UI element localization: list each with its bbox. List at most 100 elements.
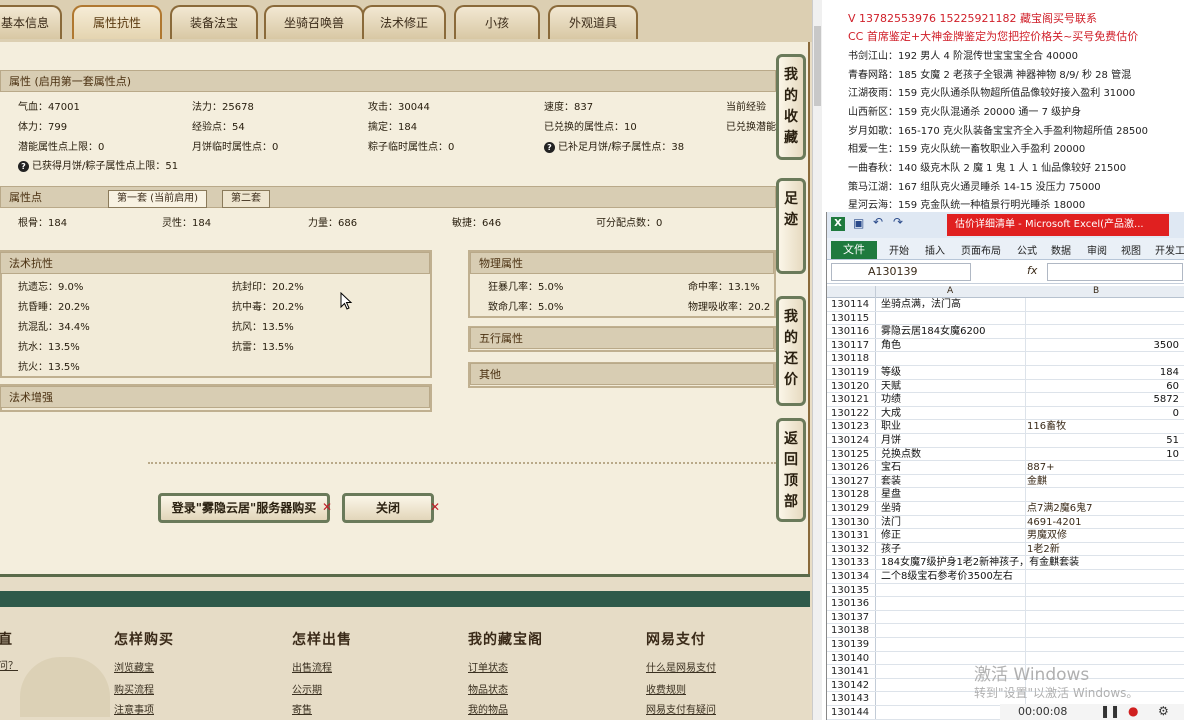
row-number[interactable]: 130131 [831, 529, 875, 543]
footer-link[interactable]: 注意事项 [114, 701, 154, 716]
footer-partial-link[interactable]: 问？ [0, 657, 18, 672]
cell-a[interactable]: 月饼 [881, 434, 1131, 448]
footer-link[interactable]: 公示期 [292, 681, 322, 696]
row-number[interactable]: 130126 [831, 461, 875, 475]
table-row[interactable]: 130128 星盘 [827, 488, 1184, 502]
record-icon[interactable]: ● [1128, 704, 1138, 718]
login-server-buy-button[interactable]: 登录"雾隐云居"服务器购买 [158, 493, 330, 523]
row-number[interactable]: 130125 [831, 448, 875, 462]
table-row[interactable]: 130123 职业 116畜牧 [827, 420, 1184, 434]
row-number[interactable]: 130134 [831, 570, 875, 584]
table-row[interactable]: 130116 雾隐云居184女魔6200 [827, 325, 1184, 339]
table-row[interactable]: 130126 宝石 887+ [827, 461, 1184, 475]
row-number[interactable]: 130114 [831, 298, 875, 312]
help-icon[interactable]: ? [18, 161, 29, 172]
close-button[interactable]: 关闭 [342, 493, 434, 523]
row-number[interactable]: 130136 [831, 597, 875, 611]
row-number[interactable]: 130138 [831, 624, 875, 638]
wuxing-section-title[interactable]: 五行属性 [470, 327, 774, 349]
table-row[interactable]: 130135 [827, 584, 1184, 598]
cell-b[interactable]: 60 [1166, 380, 1179, 394]
cell-a[interactable]: 天赋 [881, 380, 1131, 394]
table-row[interactable]: 130125 兑换点数 10 [827, 448, 1184, 462]
row-number[interactable]: 130141 [831, 665, 875, 679]
ribbon-tab-layout[interactable]: 页面布局 [961, 242, 1001, 257]
table-row[interactable]: 130117 角色 3500 [827, 339, 1184, 353]
tab-equipment[interactable]: 装备法宝 [170, 5, 258, 39]
cell-a[interactable]: 坐骑 [881, 502, 1131, 516]
cell-a[interactable]: 雾隐云居184女魔6200 [881, 325, 1131, 339]
cell-b[interactable]: 4691-4201 [1027, 516, 1082, 530]
table-row[interactable]: 130133 184女魔7级护身1老2新神孩子，有金麒套装 [827, 556, 1184, 570]
ribbon-tab-file[interactable]: 文件 [831, 241, 877, 259]
ribbon-tab-home[interactable]: 开始 [889, 242, 909, 257]
undo-icon[interactable]: ↶ [873, 215, 883, 229]
tab-mounts[interactable]: 坐骑召唤兽 [264, 5, 364, 39]
row-number[interactable]: 130116 [831, 325, 875, 339]
save-icon[interactable]: ▣ [853, 216, 864, 230]
tab-basic-info[interactable]: 基本信息 [0, 5, 62, 39]
cell-b[interactable]: 10 [1166, 448, 1179, 462]
name-box[interactable]: A130139 [831, 263, 971, 281]
settings-icon[interactable]: ⚙ [1158, 704, 1169, 718]
footer-link[interactable]: 购买流程 [114, 681, 154, 696]
table-row[interactable]: 130119 等级 184 [827, 366, 1184, 380]
row-number[interactable]: 130135 [831, 584, 875, 598]
table-row[interactable]: 130124 月饼 51 [827, 434, 1184, 448]
table-row[interactable]: 130114 坐骑点满，法门高 [827, 298, 1184, 312]
vertical-scrollbar[interactable] [812, 0, 822, 720]
footer-link[interactable]: 网易支付有疑问 [646, 701, 716, 716]
cell-a[interactable]: 等级 [881, 366, 1131, 380]
cell-a[interactable]: 功绩 [881, 393, 1131, 407]
table-row[interactable]: 130115 [827, 312, 1184, 326]
formula-input[interactable] [1047, 263, 1183, 281]
cell-a[interactable]: 二个8级宝石参考价3500左右 [881, 570, 1131, 584]
ribbon-tab-insert[interactable]: 插入 [925, 242, 945, 257]
cell-a[interactable]: 兑换点数 [881, 448, 1131, 462]
fx-icon[interactable]: fx [1027, 264, 1037, 277]
cell-a[interactable]: 184女魔7级护身1老2新神孩子，有金麒套装 [881, 556, 1131, 570]
tab-points-set-2[interactable]: 第二套 [222, 190, 270, 208]
tab-points-set-1[interactable]: 第一套 (当前启用) [108, 190, 207, 208]
table-row[interactable]: 130138 [827, 624, 1184, 638]
cell-a[interactable]: 职业 [881, 420, 1131, 434]
cell-b[interactable]: 1老2新 [1027, 543, 1060, 557]
tab-spell-mod[interactable]: 法术修正 [362, 5, 446, 39]
cell-a[interactable]: 宝石 [881, 461, 1131, 475]
cell-a[interactable]: 孩子 [881, 543, 1131, 557]
tab-attributes[interactable]: 属性抗性 [72, 5, 162, 39]
row-number[interactable]: 130132 [831, 543, 875, 557]
cell-a[interactable]: 星盘 [881, 488, 1131, 502]
footprints-button[interactable]: 足迹 [776, 178, 806, 274]
cell-a[interactable]: 角色 [881, 339, 1131, 353]
row-number[interactable]: 130140 [831, 652, 875, 666]
help-icon[interactable]: ? [544, 142, 555, 153]
footer-link[interactable]: 收费规则 [646, 681, 686, 696]
pause-icon[interactable]: ❚❚ [1100, 704, 1120, 718]
column-header-a[interactable]: A [947, 286, 953, 296]
footer-link[interactable]: 物品状态 [468, 681, 508, 696]
footer-link[interactable]: 订单状态 [468, 659, 508, 674]
row-number[interactable]: 130130 [831, 516, 875, 530]
cell-b[interactable]: 887+ [1027, 461, 1054, 475]
row-number[interactable]: 130117 [831, 339, 875, 353]
back-to-top-button[interactable]: 返回顶部 [776, 418, 806, 522]
ribbon-tab-review[interactable]: 审阅 [1087, 242, 1107, 257]
cell-b[interactable]: 3500 [1154, 339, 1179, 353]
cell-b[interactable]: 184 [1160, 366, 1179, 380]
table-row[interactable]: 130137 [827, 611, 1184, 625]
row-number[interactable]: 130123 [831, 420, 875, 434]
cell-b[interactable]: 男魔双修 [1027, 529, 1067, 543]
table-row[interactable]: 130120 天赋 60 [827, 380, 1184, 394]
footer-link[interactable]: 什么是网易支付 [646, 659, 716, 674]
my-bargain-button[interactable]: 我的还价 [776, 296, 806, 406]
tab-appearance[interactable]: 外观道具 [548, 5, 638, 39]
cell-b[interactable]: 点7满2魔6鬼7 [1027, 502, 1092, 516]
ribbon-tab-developer[interactable]: 开发工 [1155, 242, 1184, 257]
footer-link[interactable]: 浏览藏宝 [114, 659, 154, 674]
footer-link[interactable]: 出售流程 [292, 659, 332, 674]
table-row[interactable]: 130134 二个8级宝石参考价3500左右 [827, 570, 1184, 584]
cell-a[interactable]: 大成 [881, 407, 1131, 421]
footer-link[interactable]: 我的物品 [468, 701, 508, 716]
table-row[interactable]: 130139 [827, 638, 1184, 652]
